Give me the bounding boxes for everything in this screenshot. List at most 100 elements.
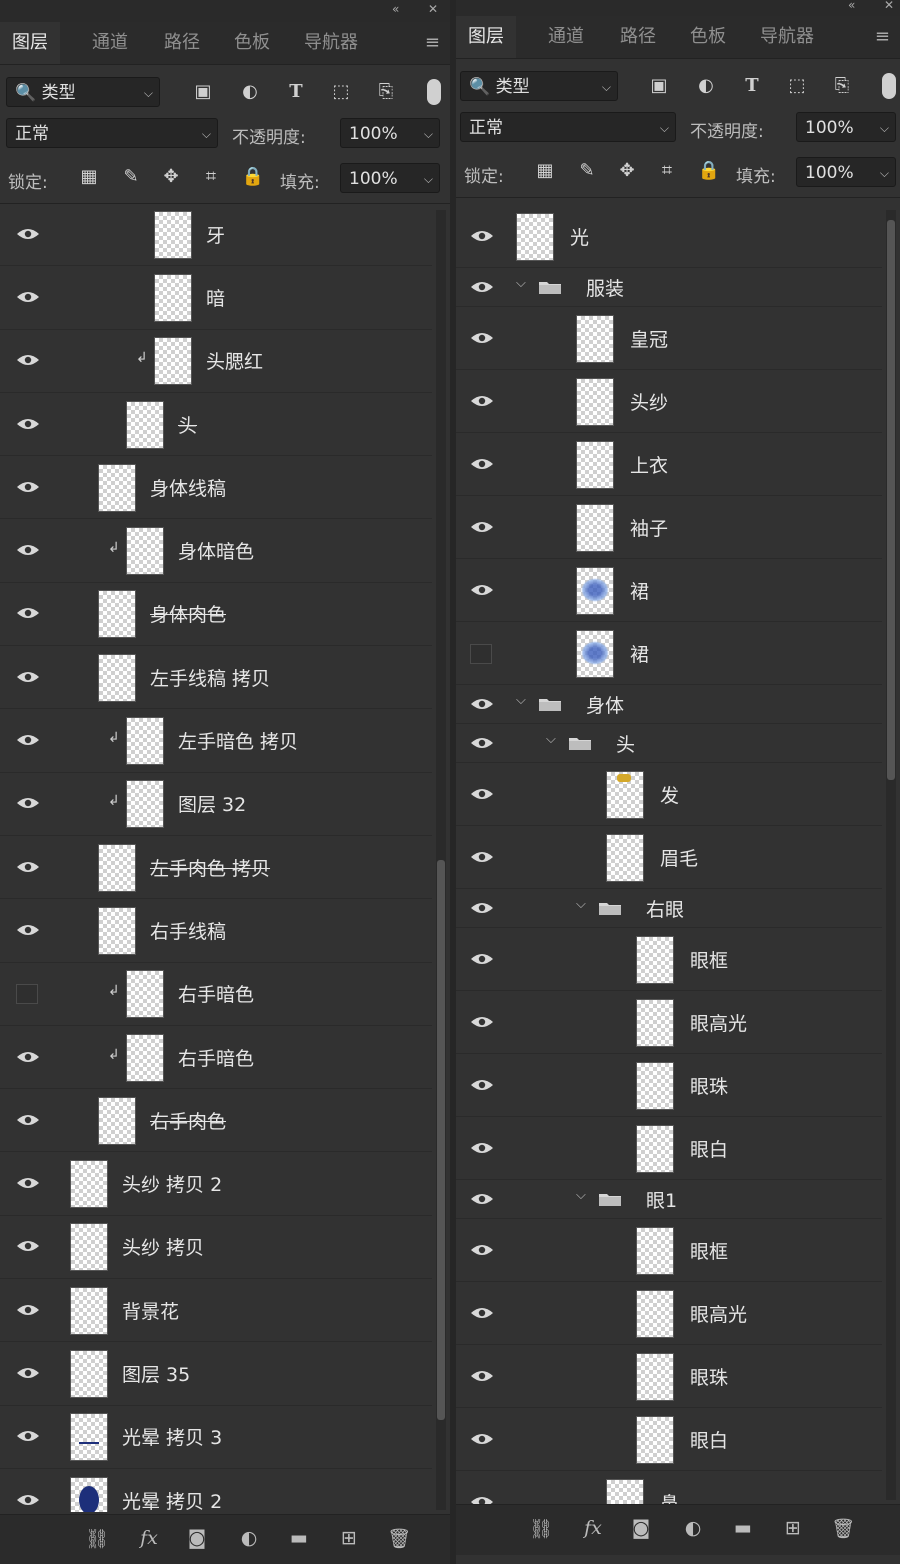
layer-name[interactable]: 身体肉色	[150, 600, 226, 627]
layer-row[interactable]: 头纱	[456, 369, 882, 433]
eye-icon[interactable]	[470, 850, 494, 864]
opacity-input[interactable]: 100% ⌵	[796, 112, 896, 142]
fx-icon[interactable]: fx	[578, 1517, 608, 1539]
smart-object-filter-icon[interactable]: ⎘	[373, 81, 399, 102]
new-group-icon[interactable]: ▬	[284, 1527, 314, 1549]
layer-name[interactable]: 左手肉色 拷贝	[150, 854, 270, 881]
layer-scrollbar[interactable]	[886, 210, 896, 1500]
layer-row[interactable]: 头纱 拷贝 2	[0, 1152, 432, 1216]
layer-name[interactable]: 袖子	[630, 514, 668, 541]
panel-menu-icon[interactable]: ≡	[425, 32, 440, 53]
tab-layers[interactable]: 图层	[456, 16, 516, 58]
fill-input[interactable]: 100% ⌵	[340, 163, 440, 193]
eye-icon[interactable]	[16, 480, 40, 494]
layer-name[interactable]: 光晕 拷贝 2	[122, 1487, 222, 1512]
layer-name[interactable]: 发	[660, 781, 679, 808]
group-row[interactable]: ⌵ 服装	[456, 267, 882, 307]
layer-name[interactable]: 光晕 拷贝 3	[122, 1423, 222, 1450]
lock-image-icon[interactable]: ✎	[118, 166, 144, 187]
layer-name[interactable]: 左手线稿 拷贝	[150, 664, 270, 691]
eye-icon[interactable]	[16, 417, 40, 431]
trash-icon[interactable]: 🗑	[384, 1527, 414, 1550]
layer-row[interactable]: 左手肉色 拷贝	[0, 835, 432, 900]
layer-row[interactable]: ↲ 头腮红	[0, 329, 432, 393]
group-row[interactable]: ⌵ 右眼	[456, 888, 882, 928]
type-filter-icon[interactable]: T	[283, 81, 309, 102]
layer-row[interactable]: 皇冠	[456, 306, 882, 370]
eye-icon[interactable]	[16, 1176, 40, 1190]
eye-icon[interactable]	[470, 331, 494, 345]
eye-icon[interactable]	[16, 923, 40, 937]
layer-row[interactable]: 眼珠	[456, 1344, 882, 1408]
eye-icon[interactable]	[16, 1303, 40, 1317]
layer-name[interactable]: 背景花	[122, 1297, 179, 1324]
layer-row[interactable]: 裙	[456, 621, 882, 685]
eye-icon[interactable]	[470, 457, 494, 471]
eye-icon[interactable]	[16, 1239, 40, 1253]
layer-name[interactable]: 身体线稿	[150, 474, 226, 501]
layer-row[interactable]: 暗	[0, 265, 432, 330]
layer-name[interactable]: 头	[178, 411, 197, 438]
eye-icon[interactable]	[470, 229, 494, 243]
eye-icon[interactable]	[470, 952, 494, 966]
layer-row[interactable]: 眼白	[456, 1407, 882, 1471]
close-icon[interactable]: ✕	[428, 2, 438, 16]
blend-mode-select[interactable]: 正常 ⌵	[6, 118, 218, 148]
scrollbar-thumb[interactable]	[887, 220, 895, 780]
layer-row[interactable]: 光晕 拷贝 2	[0, 1468, 432, 1512]
layer-name[interactable]: 眼高光	[690, 1009, 747, 1036]
eye-icon[interactable]	[16, 1050, 40, 1064]
layer-name[interactable]: 鼻	[660, 1489, 679, 1505]
layer-name[interactable]: 左手暗色 拷贝	[178, 727, 298, 754]
lock-all-icon[interactable]: 🔒	[240, 166, 266, 187]
chevron-down-icon[interactable]: ⌵	[546, 732, 556, 747]
layer-row[interactable]: ↲ 图层 32	[0, 772, 432, 836]
eye-icon[interactable]	[470, 1495, 494, 1504]
eye-icon[interactable]	[16, 227, 40, 241]
mask-icon[interactable]: ◙	[626, 1517, 656, 1539]
layer-name[interactable]: 头纱	[630, 388, 668, 415]
layer-row[interactable]: 右手肉色	[0, 1088, 432, 1153]
tab-layers[interactable]: 图层	[0, 22, 60, 64]
tab-swatches[interactable]: 色板	[228, 30, 276, 56]
layer-row[interactable]: 光	[456, 204, 882, 268]
layer-row[interactable]: 发	[456, 762, 882, 826]
smart-object-filter-icon[interactable]: ⎘	[829, 75, 855, 96]
image-filter-icon[interactable]: ▣	[190, 81, 216, 102]
layer-row[interactable]: 图层 35	[0, 1341, 432, 1406]
eye-icon[interactable]	[16, 733, 40, 747]
tab-channels[interactable]: 通道	[542, 24, 590, 50]
panel-menu-icon[interactable]: ≡	[875, 26, 890, 47]
layer-name[interactable]: 裙	[630, 577, 649, 604]
filter-toggle[interactable]	[882, 73, 896, 99]
mask-icon[interactable]: ◙	[182, 1527, 212, 1549]
layer-row[interactable]: ↲ 右手暗色	[0, 962, 432, 1026]
lock-position-icon[interactable]: ✥	[614, 160, 640, 181]
blend-mode-select[interactable]: 正常 ⌵	[460, 112, 676, 142]
eye-icon[interactable]	[470, 1432, 494, 1446]
layer-row[interactable]: 眼白	[456, 1116, 882, 1180]
tab-navigator[interactable]: 导航器	[298, 30, 364, 56]
tab-paths[interactable]: 路径	[158, 30, 206, 56]
visibility-off-box[interactable]	[16, 984, 38, 1005]
lock-artboard-icon[interactable]: ⌗	[654, 160, 680, 181]
group-row[interactable]: ⌵ 眼1	[456, 1179, 882, 1219]
layer-name[interactable]: 右手线稿	[150, 917, 226, 944]
type-filter-icon[interactable]: T	[739, 75, 765, 96]
layer-row[interactable]: 头纱 拷贝	[0, 1215, 432, 1280]
layer-row[interactable]: 背景花	[0, 1278, 432, 1343]
tab-paths[interactable]: 路径	[614, 24, 662, 50]
eye-icon[interactable]	[470, 1192, 494, 1206]
adjustment-filter-icon[interactable]: ◐	[693, 75, 719, 96]
filter-toggle[interactable]	[427, 79, 441, 105]
eye-icon[interactable]	[470, 394, 494, 408]
layer-row[interactable]: 袖子	[456, 495, 882, 559]
layer-name[interactable]: 眉毛	[660, 844, 698, 871]
lock-artboard-icon[interactable]: ⌗	[198, 166, 224, 187]
layer-row[interactable]: 眼框	[456, 1218, 882, 1282]
layer-name[interactable]: 上衣	[630, 451, 668, 478]
eye-icon[interactable]	[470, 1078, 494, 1092]
eye-icon[interactable]	[470, 1306, 494, 1320]
chevron-down-icon[interactable]: ⌵	[516, 693, 526, 708]
group-row[interactable]: ⌵ 身体	[456, 684, 882, 724]
